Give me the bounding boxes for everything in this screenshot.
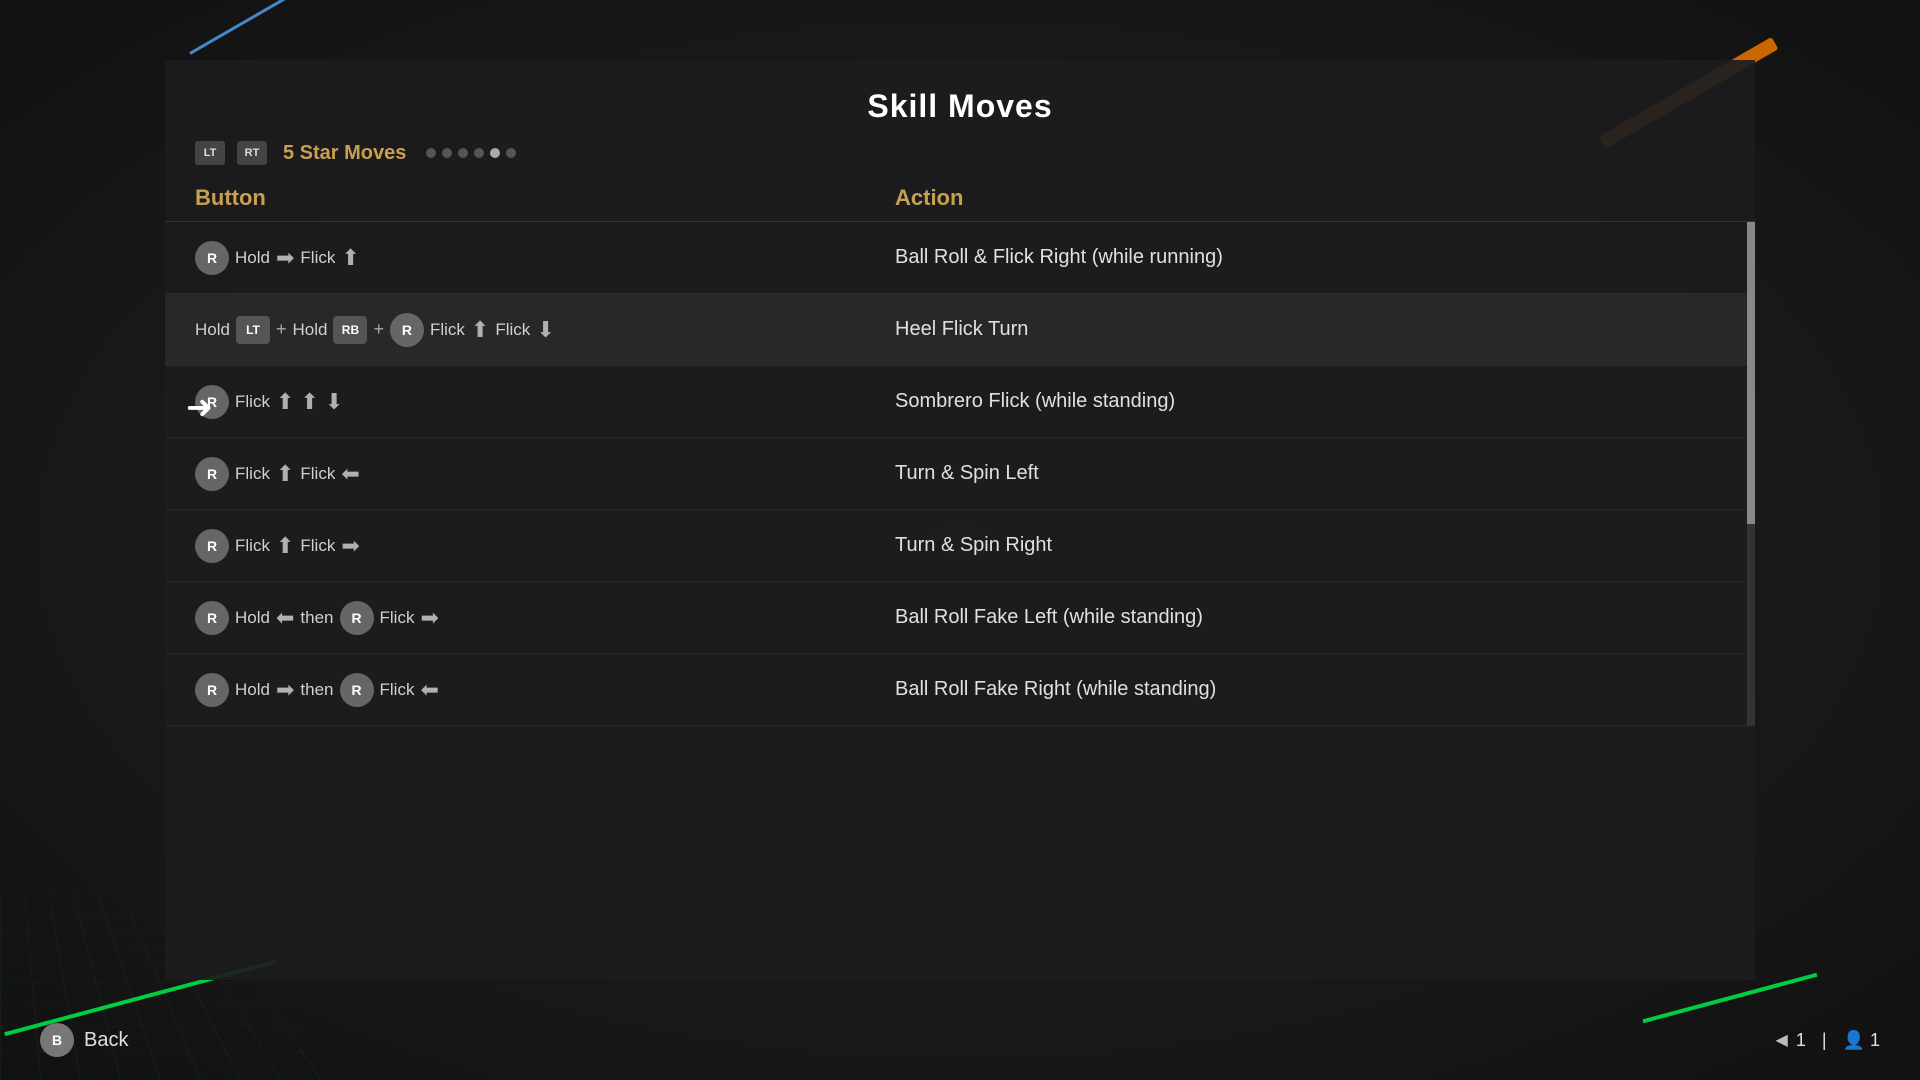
page-nav-left-icon[interactable]: ◀ [1776, 1030, 1788, 1050]
column-headers: Button Action [165, 185, 1755, 222]
dot-5-active [490, 148, 500, 158]
page-title: Skill Moves [165, 60, 1755, 141]
r-button-4: R [195, 457, 229, 491]
plus-2b: + [373, 319, 384, 340]
move-row-5[interactable]: R Flick ⬆ Flick ➡ Turn & Spin Right [165, 510, 1755, 582]
move-row-2[interactable]: Hold LT + Hold RB + R Flick ⬆ Flick ⬇ He… [165, 294, 1755, 366]
button-col-2: Hold LT + Hold RB + R Flick ⬆ Flick ⬇ [195, 313, 895, 347]
arrow-left-icon-7: ⬅ [420, 677, 438, 703]
move-row-6[interactable]: R Hold ⬅ then R Flick ➡ Ball Roll Fake L… [165, 582, 1755, 654]
flick-text-3: Flick [235, 392, 270, 412]
r-button-7b: R [340, 673, 374, 707]
arrow-up-icon-1: ⬆ [341, 245, 359, 271]
r-button-5: R [195, 529, 229, 563]
flick-text-2a: Flick [430, 320, 465, 340]
arrow-right-icon-1: ➡ [276, 245, 294, 271]
dot-6 [506, 148, 516, 158]
flick-text-5b: Flick [300, 536, 335, 556]
dot-1 [426, 148, 436, 158]
flick-text-4b: Flick [300, 464, 335, 484]
scrollbar[interactable] [1747, 222, 1755, 726]
dot-4 [474, 148, 484, 158]
scrollbar-thumb [1747, 222, 1755, 524]
flick-text-1: Flick [300, 248, 335, 268]
moves-list: R Hold ➡ Flick ⬆ Ball Roll & Flick Right… [165, 222, 1755, 726]
player-info: 👤 1 [1843, 1030, 1880, 1051]
page-info: ◀ 1 | 👤 1 [1776, 1030, 1880, 1051]
page-dots [426, 148, 516, 158]
button-col-5: R Flick ⬆ Flick ➡ [195, 529, 895, 563]
back-button[interactable]: B Back [40, 1023, 128, 1057]
rb-button-2: RB [333, 316, 367, 344]
lt-badge[interactable]: LT [195, 141, 225, 165]
dot-3 [458, 148, 468, 158]
back-label: Back [84, 1029, 128, 1052]
category-bar: LT RT 5 Star Moves [165, 141, 1755, 185]
lt-button-2: LT [236, 316, 270, 344]
action-col-2: Heel Flick Turn [895, 318, 1725, 341]
hold-text-7: Hold [235, 680, 270, 700]
action-col-5: Turn & Spin Right [895, 534, 1725, 557]
arrow-up-icon-3a: ⬆ [276, 389, 294, 415]
hold-text-2b: Hold [292, 320, 327, 340]
move-row-3[interactable]: R Flick ⬆ ⬆ ⬇ Sombrero Flick (while stan… [165, 366, 1755, 438]
then-text-7: then [300, 680, 333, 700]
move-row-4[interactable]: R Flick ⬆ Flick ⬅ Turn & Spin Left [165, 438, 1755, 510]
button-col-4: R Flick ⬆ Flick ⬅ [195, 457, 895, 491]
arrow-up-icon-4: ⬆ [276, 461, 294, 487]
arrow-right-icon-5: ➡ [341, 533, 359, 559]
dot-2 [442, 148, 452, 158]
flick-text-5a: Flick [235, 536, 270, 556]
move-row-7[interactable]: R Hold ➡ then R Flick ⬅ Ball Roll Fake R… [165, 654, 1755, 726]
plus-2a: + [276, 319, 287, 340]
then-text-6: then [300, 608, 333, 628]
r-button-6a: R [195, 601, 229, 635]
action-col-7: Ball Roll Fake Right (while standing) [895, 678, 1725, 701]
arrow-up-icon-3b: ⬆ [300, 389, 318, 415]
hold-text-2a: Hold [195, 320, 230, 340]
arrow-up-icon-2: ⬆ [471, 317, 489, 343]
flick-text-7: Flick [380, 680, 415, 700]
flick-text-6: Flick [380, 608, 415, 628]
arrow-right-icon-7: ➡ [276, 677, 294, 703]
r-button-6b: R [340, 601, 374, 635]
r-button-7a: R [195, 673, 229, 707]
flick-text-2b: Flick [495, 320, 530, 340]
action-col-3: Sombrero Flick (while standing) [895, 390, 1725, 413]
action-column-header: Action [895, 185, 1725, 211]
button-col-1: R Hold ➡ Flick ⬆ [195, 241, 895, 275]
flick-text-4a: Flick [235, 464, 270, 484]
category-label: 5 Star Moves [283, 142, 406, 165]
button-column-header: Button [195, 185, 895, 211]
selection-arrow: ➜ [186, 388, 213, 426]
main-panel: Skill Moves LT RT 5 Star Moves Button Ac… [165, 60, 1755, 980]
r-button-2: R [390, 313, 424, 347]
rt-badge[interactable]: RT [237, 141, 267, 165]
r-button-1: R [195, 241, 229, 275]
action-col-1: Ball Roll & Flick Right (while running) [895, 246, 1725, 269]
arrow-left-icon-4: ⬅ [341, 461, 359, 487]
action-col-4: Turn & Spin Left [895, 462, 1725, 485]
page-nav: ◀ 1 [1776, 1030, 1806, 1051]
page-number: 1 [1796, 1030, 1806, 1051]
arrow-left-icon-6: ⬅ [276, 605, 294, 631]
button-col-6: R Hold ⬅ then R Flick ➡ [195, 601, 895, 635]
arrow-down-icon-3: ⬇ [325, 389, 343, 415]
move-row-1[interactable]: R Hold ➡ Flick ⬆ Ball Roll & Flick Right… [165, 222, 1755, 294]
hold-text-6: Hold [235, 608, 270, 628]
b-button-icon: B [40, 1023, 74, 1057]
arrow-right-icon-6: ➡ [420, 605, 438, 631]
player-icon: 👤 [1843, 1030, 1865, 1050]
button-col-3: R Flick ⬆ ⬆ ⬇ [195, 385, 895, 419]
arrow-up-icon-5: ⬆ [276, 533, 294, 559]
hold-text-1: Hold [235, 248, 270, 268]
separator: | [1822, 1030, 1827, 1051]
action-col-6: Ball Roll Fake Left (while standing) [895, 606, 1725, 629]
button-col-7: R Hold ➡ then R Flick ⬅ [195, 673, 895, 707]
arrow-down-icon-2: ⬇ [536, 317, 554, 343]
bottom-bar: B Back ◀ 1 | 👤 1 [0, 1000, 1920, 1080]
player-count: 1 [1870, 1030, 1880, 1050]
